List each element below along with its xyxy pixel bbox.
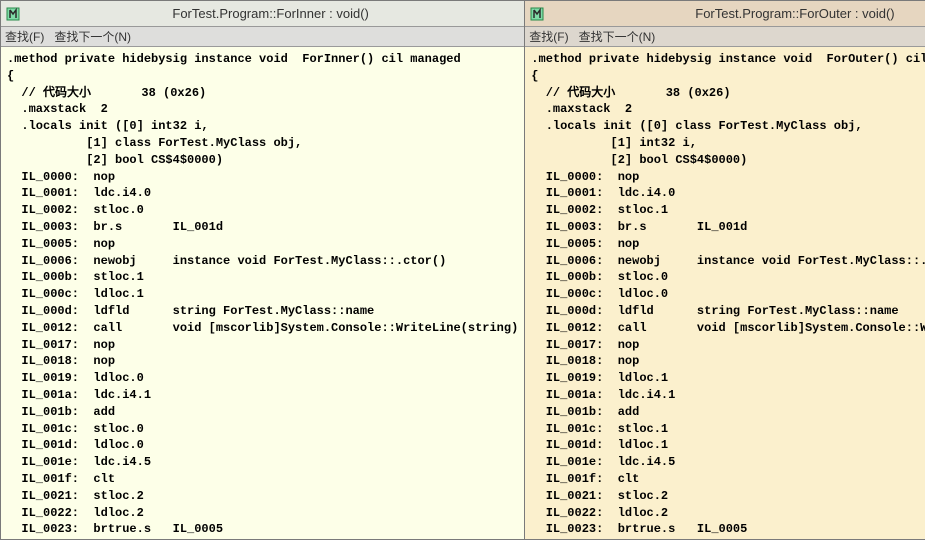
right-titlebar: ForTest.Program::ForOuter : void() (525, 1, 925, 27)
left-pane: ForTest.Program::ForInner : void() 查找(F)… (0, 0, 524, 540)
right-menubar: 查找(F) 查找下一个(N) (525, 27, 925, 47)
left-title-text: ForTest.Program::ForInner : void() (21, 6, 520, 21)
right-title-text: ForTest.Program::ForOuter : void() (545, 6, 925, 21)
right-pane: ForTest.Program::ForOuter : void() 查找(F)… (524, 0, 925, 540)
menu-find[interactable]: 查找(F) (529, 28, 568, 45)
menu-find[interactable]: 查找(F) (5, 28, 44, 45)
menu-find-next[interactable]: 查找下一个(N) (579, 28, 656, 45)
left-titlebar: ForTest.Program::ForInner : void() (1, 1, 524, 27)
menu-find-next[interactable]: 查找下一个(N) (54, 28, 131, 45)
left-code-content[interactable]: .method private hidebysig instance void … (1, 47, 524, 539)
right-code-content[interactable]: .method private hidebysig instance void … (525, 47, 925, 539)
method-icon (5, 6, 21, 22)
left-menubar: 查找(F) 查找下一个(N) (1, 27, 524, 47)
method-icon (529, 6, 545, 22)
